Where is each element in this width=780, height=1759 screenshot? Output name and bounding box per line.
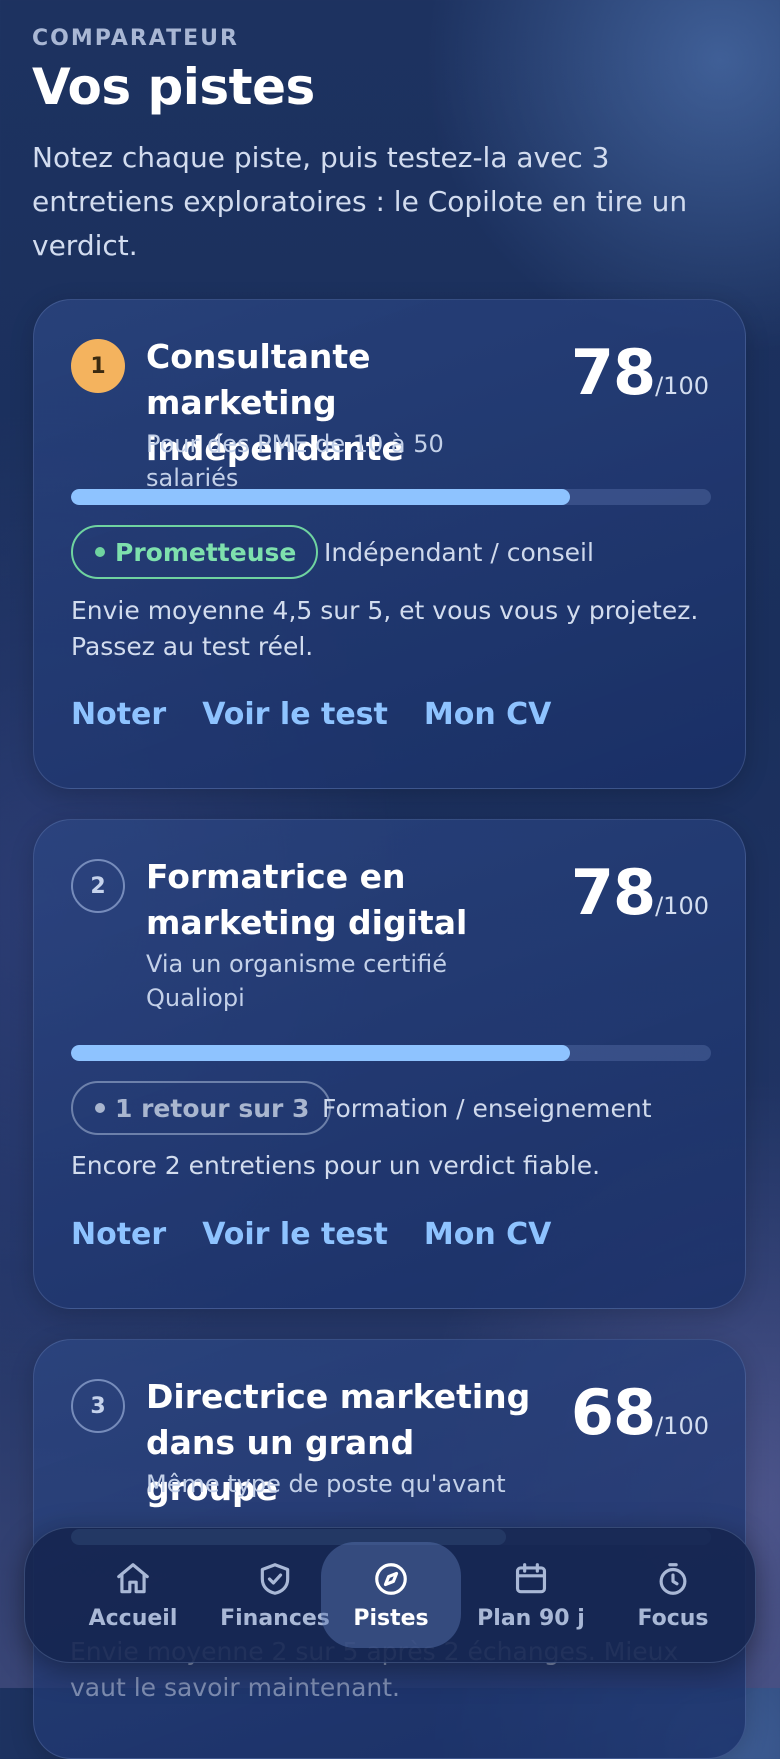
- track-score: 78/100: [571, 856, 709, 929]
- my-cv-button[interactable]: Mon CV: [424, 1217, 552, 1252]
- nav-item-focus[interactable]: Focus: [603, 1542, 743, 1648]
- rate-button[interactable]: Noter: [71, 1217, 166, 1252]
- status-badge: 1 retour sur 3: [71, 1081, 332, 1135]
- status-dot-icon: [95, 1103, 105, 1113]
- track-description: Encore 2 entretiens pour un verdict fiab…: [71, 1151, 601, 1180]
- status-label: 1 retour sur 3: [115, 1093, 310, 1123]
- score-progress-fill: [71, 489, 571, 505]
- section-eyebrow: COMPARATEUR: [32, 26, 239, 51]
- track-subtitle: Via un organisme certifié Qualiopi: [146, 950, 447, 1012]
- track-actions: Noter Voir le test Mon CV: [71, 1217, 551, 1252]
- track-score: 68/100: [571, 1376, 709, 1449]
- shield-check-icon: [260, 1562, 290, 1595]
- home-icon: [117, 1562, 149, 1593]
- score-progress-fill: [71, 1045, 571, 1061]
- status-dot-icon: [95, 547, 105, 557]
- score-progress-bar: [71, 1045, 711, 1061]
- nav-label: Focus: [637, 1605, 709, 1631]
- rank-badge: 3: [71, 1379, 125, 1433]
- track-category: Indépendant / conseil: [324, 538, 594, 567]
- nav-item-plan[interactable]: Plan 90 j: [461, 1542, 601, 1648]
- score-max: /100: [655, 1412, 709, 1440]
- page-intro: Notez chaque piste, puis testez-la avec …: [32, 141, 688, 262]
- nav-item-pistes[interactable]: Pistes: [321, 1542, 461, 1648]
- nav-label: Pistes: [353, 1605, 429, 1631]
- timer-icon: [659, 1562, 687, 1595]
- track-title: Formatrice en marketing digital: [146, 857, 468, 942]
- rate-button[interactable]: Noter: [71, 697, 166, 732]
- track-score: 78/100: [571, 336, 709, 409]
- score-value: 78: [570, 336, 656, 409]
- my-cv-button[interactable]: Mon CV: [424, 697, 552, 732]
- track-card-2[interactable]: 2 Formatrice en marketing digital Via un…: [33, 819, 746, 1309]
- calendar-icon: [515, 1562, 547, 1593]
- rank-badge: 1: [71, 339, 125, 393]
- score-max: /100: [655, 372, 709, 400]
- score-progress-bar: [71, 489, 711, 505]
- view-test-button[interactable]: Voir le test: [202, 697, 388, 732]
- comparator-screen: COMPARATEUR Vos pistes Notez chaque pist…: [0, 0, 780, 1759]
- compass-icon: [375, 1562, 407, 1595]
- bottom-nav: Accueil Finances Pistes Plan 90 j Focus: [24, 1527, 756, 1663]
- track-description: Envie moyenne 4,5 sur 5, et vous vous y …: [71, 596, 699, 661]
- track-category: Formation / enseignement: [322, 1094, 652, 1123]
- score-max: /100: [655, 892, 709, 920]
- track-actions: Noter Voir le test Mon CV: [71, 697, 551, 732]
- track-subtitle: Même type de poste qu'avant: [146, 1470, 506, 1498]
- status-badge: Prometteuse: [71, 525, 319, 579]
- score-value: 68: [570, 1376, 656, 1449]
- track-subtitle: Pour des PME de 10 à 50 salariés: [146, 430, 444, 492]
- rank-badge: 2: [71, 859, 125, 913]
- nav-item-accueil[interactable]: Accueil: [63, 1542, 203, 1648]
- track-card-1[interactable]: 1 Consultante marketing indépendante Pou…: [33, 299, 746, 789]
- nav-label: Accueil: [88, 1605, 178, 1631]
- view-test-button[interactable]: Voir le test: [202, 1217, 388, 1252]
- nav-label: Finances: [220, 1605, 330, 1631]
- page-title: Vos pistes: [32, 58, 315, 116]
- nav-label: Plan 90 j: [477, 1605, 585, 1631]
- score-value: 78: [570, 856, 656, 929]
- status-label: Prometteuse: [115, 537, 297, 567]
